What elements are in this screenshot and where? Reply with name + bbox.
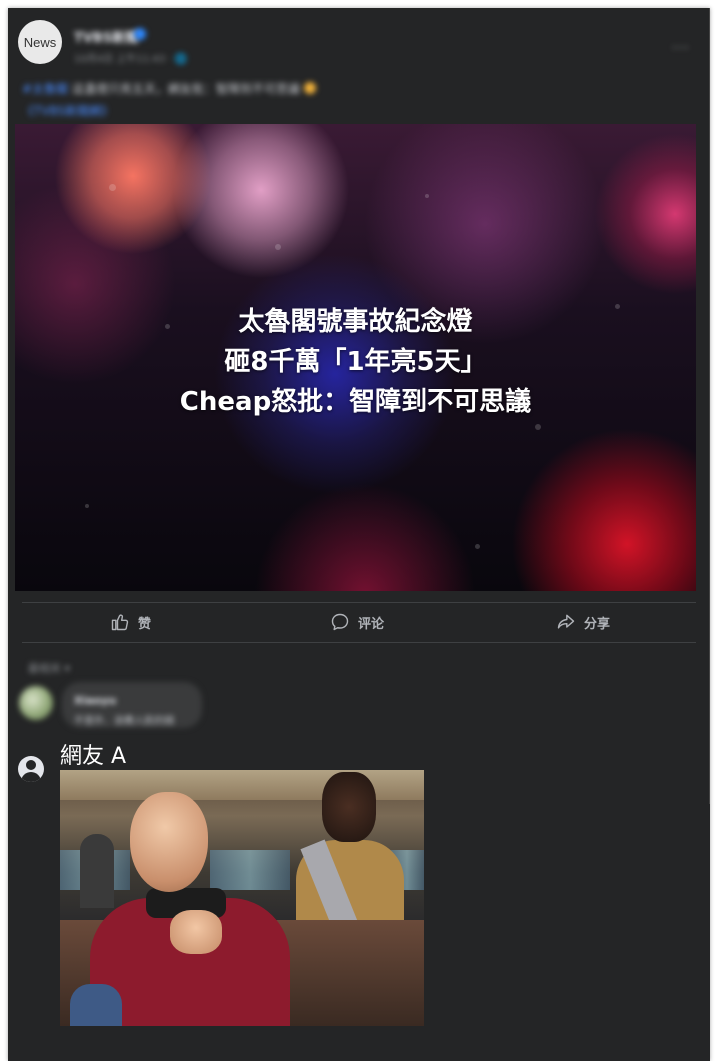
caption-link[interactable]: 《TVBS新聞網》 <box>22 104 113 118</box>
headline-line-2: 砸8千萬「1年亮5天」 <box>224 347 487 377</box>
page-avatar[interactable]: News <box>18 20 62 64</box>
thumbs-up-icon <box>111 614 129 631</box>
share-button[interactable]: 分享 <box>556 612 610 632</box>
headline-line-3: Cheap怒批：智障到不可思議 <box>179 387 532 417</box>
caption-hashtag[interactable]: #太魯閣 <box>22 82 68 96</box>
droplet <box>275 244 281 250</box>
facebook-post-card: News TVBS新聞 10月4日 上午11:43 · 🌐 ··· #太魯閣 這… <box>8 8 710 1061</box>
image-headline: 太魯閣號事故紀念燈 砸8千萬「1年亮5天」 Cheap怒批：智障到不可思議 <box>15 302 696 422</box>
user-body-shape <box>21 772 41 782</box>
avatar-label: News <box>23 34 57 50</box>
comment-label: 评论 <box>358 616 385 632</box>
post-timestamp[interactable]: 10月4日 上午11:43 · 🌐 <box>74 50 187 65</box>
captain-head <box>130 792 208 892</box>
user-head-shape <box>26 760 36 770</box>
background-crew <box>80 834 114 908</box>
droplet <box>535 424 541 430</box>
commenter-name[interactable]: Xiaoyu <box>74 694 116 707</box>
reply-user-name[interactable]: 網友 A <box>60 738 126 770</box>
caption-text: 這盞燈只亮五天，網友批：智障到不可思議 <box>71 82 300 96</box>
comment-text: 不意外．浪費人民的錢 <box>74 716 174 727</box>
droplet <box>85 504 89 508</box>
more-options-icon[interactable]: ··· <box>672 38 690 57</box>
background-crew <box>70 984 122 1026</box>
post-caption: #太魯閣 這盞燈只亮五天，網友批：智障到不可思議 《TVBS新聞網》 <box>22 78 622 122</box>
commenter-avatar[interactable] <box>19 686 53 720</box>
droplet <box>475 544 480 549</box>
comment-button[interactable]: 评论 <box>330 612 384 632</box>
reply-meme-image[interactable] <box>60 770 424 1026</box>
gesturing-hand <box>170 910 222 954</box>
share-icon <box>557 614 575 629</box>
page-name[interactable]: TVBS新聞 <box>74 27 138 46</box>
user-avatar-icon[interactable] <box>18 756 44 782</box>
post-image[interactable]: 太魯閣號事故紀念燈 砸8千萬「1年亮5天」 Cheap怒批：智障到不可思議 <box>15 124 696 591</box>
divider <box>22 642 696 643</box>
console-panel <box>210 850 290 890</box>
divider <box>22 602 696 603</box>
droplet <box>109 184 116 191</box>
headline-line-1: 太魯閣號事故紀念燈 <box>238 307 473 337</box>
share-label: 分享 <box>584 616 611 632</box>
like-label: 赞 <box>138 616 152 632</box>
crew-head <box>322 772 376 842</box>
emoji-icon <box>303 82 316 94</box>
comment-icon <box>331 613 349 631</box>
verified-badge-icon <box>134 28 146 40</box>
comment-sort-dropdown[interactable]: 最相关 ▾ <box>28 660 70 676</box>
droplet <box>425 194 429 198</box>
like-button[interactable]: 赞 <box>110 612 151 632</box>
